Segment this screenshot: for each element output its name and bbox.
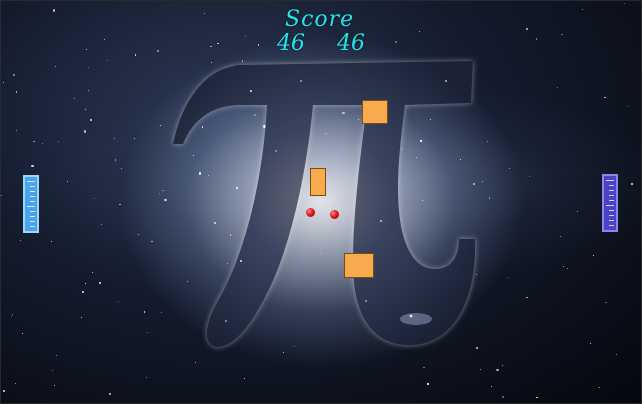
orange-block (344, 253, 374, 278)
paddle-tick (30, 186, 35, 187)
paddle-tick (27, 181, 35, 182)
paddle-tick (609, 215, 614, 216)
red-ball (306, 208, 315, 217)
orange-block (310, 168, 326, 196)
paddle-tick (609, 225, 614, 226)
paddle-tick (30, 216, 35, 217)
paddle-tick (27, 206, 35, 207)
right-paddle[interactable] (602, 174, 618, 232)
paddle-tick (30, 191, 35, 192)
orange-block (362, 100, 388, 124)
paddle-tick (609, 190, 614, 191)
right-player-score: 46 (337, 31, 365, 56)
paddle-tick (606, 205, 614, 206)
score-label: Score (285, 7, 355, 32)
paddle-tick (30, 221, 35, 222)
paddle-tick (609, 200, 614, 201)
left-player-score: 46 (277, 31, 305, 56)
red-ball (330, 210, 339, 219)
paddle-tick (609, 195, 614, 196)
paddle-tick (30, 226, 35, 227)
paddle-tick (609, 185, 614, 186)
paddle-tick (30, 196, 35, 197)
paddle-tick (30, 211, 35, 212)
game-canvas[interactable]: Score 46 46 (0, 0, 642, 404)
paddle-tick (609, 220, 614, 221)
paddle-tick (609, 210, 614, 211)
paddle-tick (606, 180, 614, 181)
pi-symbol-icon (173, 61, 476, 347)
paddle-tick (30, 201, 35, 202)
left-paddle[interactable] (23, 175, 39, 233)
